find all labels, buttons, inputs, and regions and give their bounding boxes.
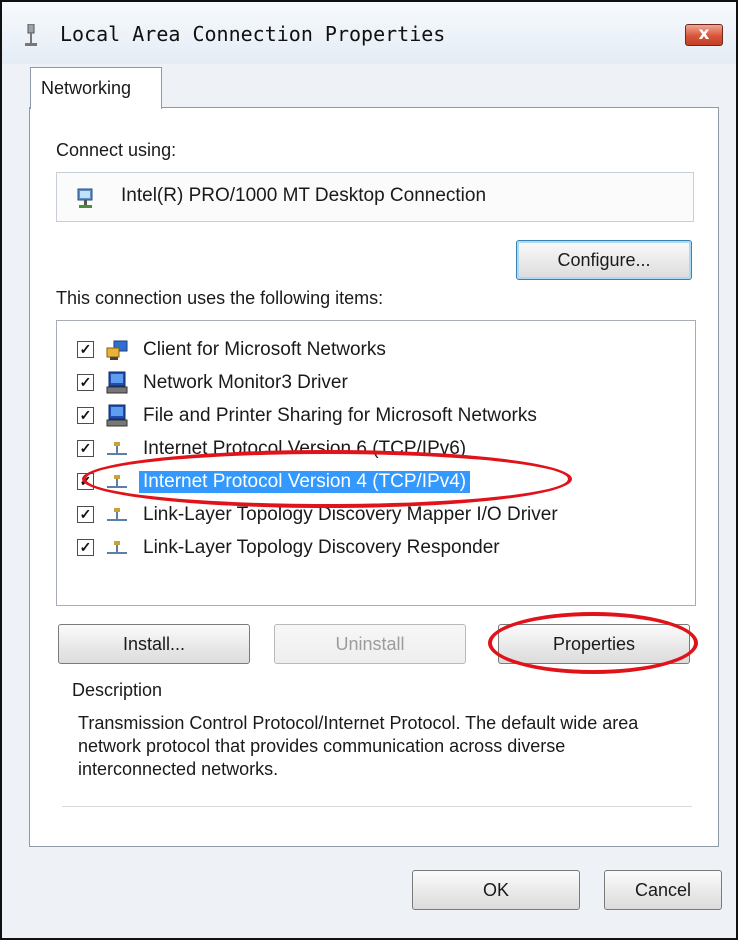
ok-button[interactable]: OK xyxy=(412,870,580,910)
close-icon: x xyxy=(698,24,710,44)
adapter-name: Intel(R) PRO/1000 MT Desktop Connection xyxy=(121,185,487,206)
items-label: This connection uses the following items… xyxy=(56,288,384,308)
components-list[interactable]: ✓ Client for Microsoft Networks ✓ Networ… xyxy=(56,320,696,606)
item-label: Network Monitor3 Driver xyxy=(143,372,348,393)
install-button[interactable]: Install... xyxy=(58,624,250,664)
list-item[interactable]: ✓ File and Printer Sharing for Microsoft… xyxy=(57,399,695,433)
close-button[interactable]: x xyxy=(685,24,723,46)
item-label: Client for Microsoft Networks xyxy=(143,339,386,360)
protocol-icon xyxy=(107,541,127,554)
network-connection-icon xyxy=(25,24,37,46)
uninstall-button-label: Uninstall xyxy=(335,634,405,654)
item-label: Internet Protocol Version 6 (TCP/IPv6) xyxy=(143,438,467,459)
uninstall-button[interactable]: Uninstall xyxy=(274,624,466,664)
window-title: Local Area Connection Properties xyxy=(60,22,446,46)
network-service-icon xyxy=(106,371,128,394)
list-item[interactable]: ✓ Link-Layer Topology Discovery Mapper I… xyxy=(57,498,695,532)
title-bar[interactable]: Local Area Connection Properties x xyxy=(2,2,736,64)
properties-button-label: Properties xyxy=(552,634,636,654)
list-item[interactable]: ✓ Network Monitor3 Driver xyxy=(57,366,695,400)
item-label: Link-Layer Topology Discovery Mapper I/O… xyxy=(143,504,558,525)
list-item-selected[interactable]: ✓ Internet Protocol Version 4 (TCP/IPv4) xyxy=(57,465,695,499)
network-client-icon xyxy=(106,340,128,360)
checkbox[interactable]: ✓ xyxy=(77,407,94,424)
configure-button[interactable]: Configure... xyxy=(516,240,692,280)
checkbox[interactable]: ✓ xyxy=(77,506,94,523)
item-label: File and Printer Sharing for Microsoft N… xyxy=(143,405,537,426)
configure-button-label: Configure... xyxy=(557,250,651,270)
protocol-icon xyxy=(107,475,127,488)
description-text: Transmission Control Protocol/Internet P… xyxy=(78,713,639,779)
ok-button-label: OK xyxy=(482,880,509,900)
network-adapter-icon xyxy=(77,188,93,208)
cancel-button-label: Cancel xyxy=(634,880,692,900)
cancel-button[interactable]: Cancel xyxy=(604,870,722,910)
checkbox[interactable]: ✓ xyxy=(77,341,94,358)
description-label: Description xyxy=(72,680,163,700)
tab-networking[interactable]: Networking xyxy=(30,67,162,109)
connect-using-label: Connect using: xyxy=(56,140,177,160)
checkbox[interactable]: ✓ xyxy=(77,473,94,490)
list-item[interactable]: ✓ Link-Layer Topology Discovery Responde… xyxy=(57,531,695,565)
checkbox[interactable]: ✓ xyxy=(77,374,94,391)
protocol-icon xyxy=(107,442,127,455)
list-item[interactable]: ✓ Client for Microsoft Networks xyxy=(57,333,695,367)
checkbox[interactable]: ✓ xyxy=(77,539,94,556)
tab-label: Networking xyxy=(41,78,132,98)
divider xyxy=(62,806,692,807)
properties-button[interactable]: Properties xyxy=(498,624,690,664)
network-service-icon xyxy=(106,404,128,427)
item-label: Internet Protocol Version 4 (TCP/IPv4) xyxy=(139,471,471,493)
adapter-field: Intel(R) PRO/1000 MT Desktop Connection xyxy=(56,172,694,222)
install-button-label: Install... xyxy=(122,634,186,654)
item-label: Link-Layer Topology Discovery Responder xyxy=(143,537,500,558)
checkbox[interactable]: ✓ xyxy=(77,440,94,457)
protocol-icon xyxy=(107,508,127,521)
list-item[interactable]: ✓ Internet Protocol Version 6 (TCP/IPv6) xyxy=(57,432,695,466)
